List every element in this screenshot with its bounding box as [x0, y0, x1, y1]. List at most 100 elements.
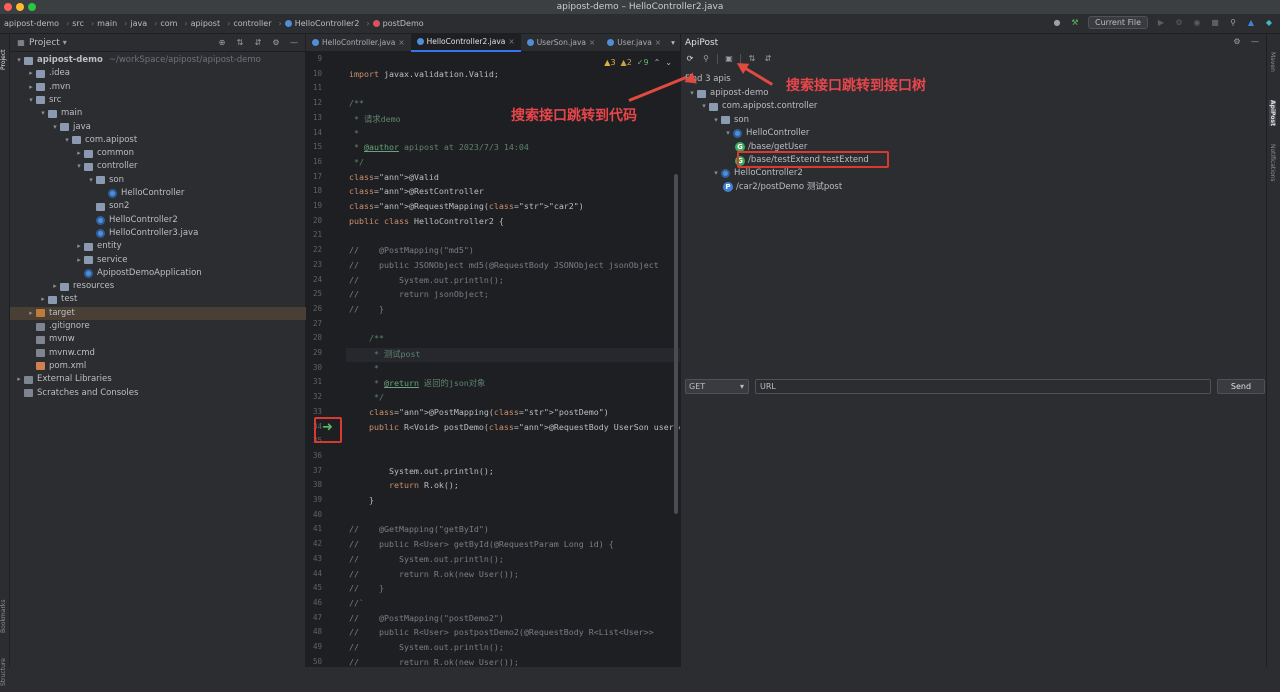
project-tree-item[interactable]: HelloController — [10, 187, 306, 200]
jump-to-api-arrow-icon[interactable]: ➜ — [322, 420, 333, 435]
apipost-toolwindow-button[interactable]: ApiPost — [1269, 100, 1276, 126]
chevron-right-icon[interactable]: ▸ — [14, 373, 24, 386]
chevron-right-icon[interactable]: ▸ — [38, 293, 48, 306]
api-tree-item[interactable]: ▾ HelloController — [723, 127, 809, 140]
project-tree-item[interactable]: Scratches and Consoles — [10, 387, 306, 400]
zoom-window-button[interactable] — [28, 3, 36, 11]
chevron-down-icon[interactable]: ⌄ — [665, 58, 672, 67]
breadcrumb-item[interactable]: postDemo — [383, 19, 424, 28]
chevron-up-icon[interactable]: ⌃ — [654, 58, 661, 67]
breadcrumb-item[interactable]: com — [160, 19, 177, 28]
project-tree-item[interactable]: ▸ common — [10, 147, 306, 160]
bookmarks-toolwindow-button[interactable]: Bookmarks — [0, 594, 10, 638]
settings-gear-icon[interactable]: ⚙ — [271, 38, 281, 48]
http-method-select[interactable]: GET ▾ — [685, 379, 749, 394]
chevron-down-icon[interactable]: ▾ — [711, 114, 721, 127]
close-tab-icon[interactable]: × — [508, 33, 514, 51]
hide-panel-icon[interactable]: — — [1250, 37, 1260, 47]
project-tree-item[interactable]: ▸ entity — [10, 240, 306, 253]
breadcrumb-item[interactable]: java — [130, 19, 147, 28]
project-tree-item[interactable]: HelloController2 — [10, 214, 306, 227]
project-tree-item[interactable]: ▾ src — [10, 94, 306, 107]
debug-icon[interactable]: ⚙ — [1174, 18, 1184, 28]
user-icon[interactable]: ● — [1052, 18, 1062, 28]
code-area[interactable]: import javax.validation.Valid; /** * 请求de… — [306, 52, 704, 667]
notifications-toolwindow-button[interactable]: Notifications — [1269, 144, 1276, 182]
collapse-all-icon[interactable]: ⇵ — [253, 38, 263, 48]
breadcrumb-item[interactable]: src — [72, 19, 84, 28]
chevron-down-icon[interactable]: ▾ — [687, 87, 697, 100]
project-tree-item[interactable]: ▾ com.apipost — [10, 134, 306, 147]
chevron-down-icon[interactable]: ▾ — [38, 107, 48, 120]
project-panel-title[interactable]: Project — [29, 38, 60, 48]
editor-tab[interactable]: HelloController.java × — [306, 34, 411, 52]
api-tree-item[interactable]: P/car2/postDemo 测试post — [723, 181, 842, 194]
close-window-button[interactable] — [4, 3, 12, 11]
chevron-right-icon[interactable]: ▸ — [74, 254, 84, 267]
project-tree-item[interactable]: ▸ target — [10, 306, 306, 320]
settings-gear-icon[interactable]: ⚙ — [1232, 37, 1242, 47]
chevron-down-icon[interactable]: ▾ — [62, 134, 72, 147]
breadcrumb-item[interactable]: HelloController2 — [295, 19, 360, 28]
chevron-down-icon[interactable]: ▾ — [699, 100, 709, 113]
project-tree-item[interactable]: ▾ controller — [10, 160, 306, 173]
tabs-overflow-icon[interactable]: ▾ — [671, 38, 675, 47]
chevron-right-icon[interactable]: ▸ — [50, 280, 60, 293]
url-input[interactable]: URL — [755, 379, 1211, 394]
api-tree-item[interactable]: ▾ son — [711, 114, 749, 127]
close-tab-icon[interactable]: × — [655, 34, 661, 52]
editor-tab[interactable]: HelloController2.java × — [410, 33, 521, 52]
project-tree-item[interactable]: ▾ java — [10, 121, 306, 134]
expand-all-icon[interactable]: ⇅ — [235, 38, 245, 48]
chevron-down-icon[interactable]: ▾ — [74, 160, 84, 173]
chevron-down-icon[interactable]: ▾ — [86, 174, 96, 187]
chevron-down-icon[interactable]: ▾ — [14, 54, 24, 67]
editor-tab[interactable]: UserSon.java × — [521, 34, 602, 52]
inspection-widget[interactable]: ▲3 ▲2 ✓9 ⌃ ⌄ — [604, 58, 672, 67]
chevron-right-icon[interactable]: ▸ — [26, 67, 36, 80]
project-tree-item[interactable]: ▾ son — [10, 174, 306, 187]
project-tree-item[interactable]: son2 — [10, 200, 306, 213]
project-tree-item[interactable]: ▸ resources — [10, 280, 306, 293]
breadcrumb-item[interactable]: apipost — [191, 19, 220, 28]
locate-file-icon[interactable]: ⊕ — [217, 38, 227, 48]
project-tree-item[interactable]: mvnw.cmd — [10, 347, 306, 360]
search-icon[interactable]: ⚲ — [701, 54, 711, 64]
chevron-down-icon[interactable]: ▾ — [50, 121, 60, 134]
chevron-right-icon[interactable]: ▸ — [26, 307, 36, 320]
project-tree-item[interactable]: ▸ service — [10, 254, 306, 267]
refresh-icon[interactable]: ⟳ — [685, 54, 695, 64]
chevron-right-icon[interactable]: ▸ — [74, 147, 84, 160]
api-tree-item[interactable]: ▾ com.apipost.controller — [699, 100, 817, 113]
project-tree-item[interactable]: ▾ main — [10, 107, 306, 120]
update-icon[interactable]: ▲ — [1246, 18, 1256, 28]
chevron-right-icon[interactable]: ▸ — [74, 240, 84, 253]
breadcrumb-item[interactable]: controller — [233, 19, 271, 28]
chevron-down-icon[interactable]: ▾ — [711, 167, 721, 180]
project-tree-item[interactable]: mvnw — [10, 333, 306, 346]
stop-icon[interactable]: ■ — [1210, 18, 1220, 28]
locate-api-icon[interactable]: ▣ — [724, 54, 734, 64]
run-config-select[interactable]: Current File — [1088, 16, 1148, 29]
chevron-down-icon[interactable]: ▾ — [723, 127, 733, 140]
build-hammer-icon[interactable]: ⚒ — [1070, 18, 1080, 28]
breadcrumb-item[interactable]: main — [97, 19, 117, 28]
project-tree-item[interactable]: HelloController3.java — [10, 227, 306, 240]
api-tree-item[interactable]: ▾ apipost-demo — [687, 87, 768, 100]
project-tree-item[interactable]: ▸ External Libraries — [10, 373, 306, 386]
breadcrumb-item[interactable]: apipost-demo — [4, 19, 59, 28]
project-tree-item[interactable]: ApipostDemoApplication — [10, 267, 306, 280]
send-button[interactable]: Send — [1217, 379, 1265, 394]
plugin-icon[interactable]: ◆ — [1264, 18, 1274, 28]
close-tab-icon[interactable]: × — [398, 34, 404, 52]
close-tab-icon[interactable]: × — [589, 34, 595, 52]
coverage-icon[interactable]: ◉ — [1192, 18, 1202, 28]
chevron-down-icon[interactable]: ▾ — [26, 94, 36, 107]
run-icon[interactable]: ▶ — [1156, 18, 1166, 28]
editor-scrollbar[interactable] — [674, 174, 678, 514]
project-tree-item[interactable]: pom.xml — [10, 360, 306, 373]
project-tree-item[interactable]: ▸ .mvn — [10, 81, 306, 94]
hide-panel-icon[interactable]: — — [289, 38, 299, 48]
collapse-all-icon[interactable]: ⇵ — [763, 54, 773, 64]
chevron-down-icon[interactable]: ▾ — [60, 38, 70, 48]
